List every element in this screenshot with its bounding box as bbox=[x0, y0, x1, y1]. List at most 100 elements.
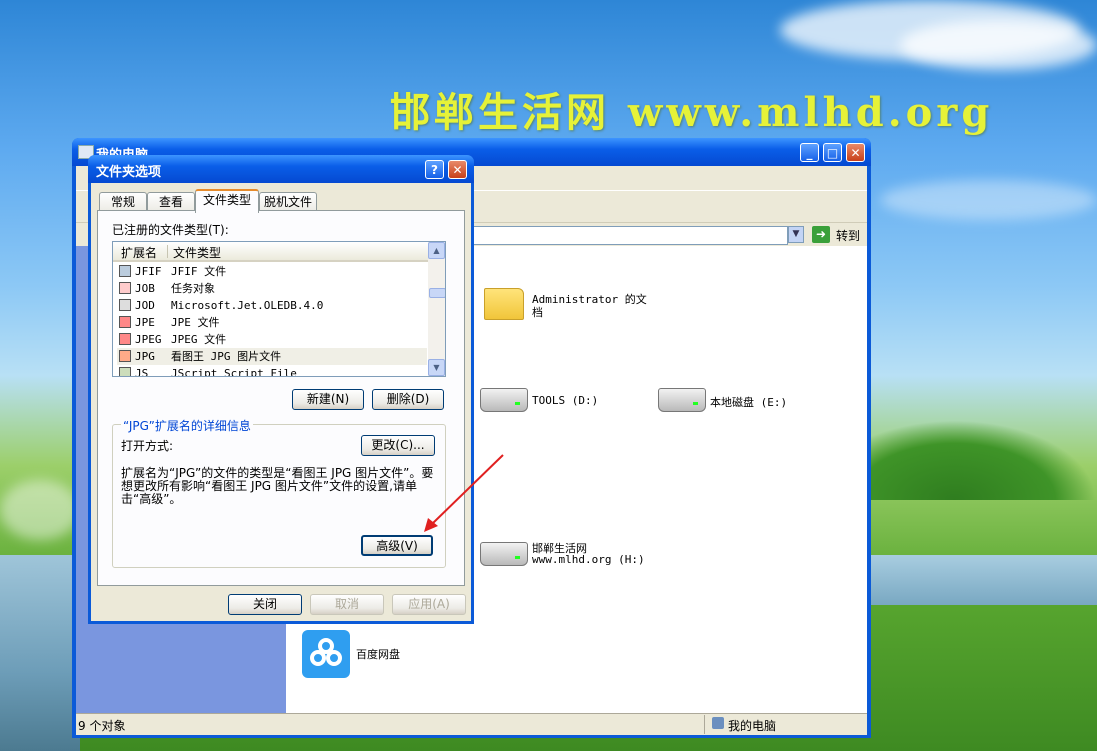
close-dialog-button[interactable]: 关闭 bbox=[228, 594, 302, 615]
registered-types-label: 已注册的文件类型(T): bbox=[112, 223, 229, 237]
list-item[interactable]: JS JScript Script File bbox=[117, 365, 427, 377]
tab-general[interactable]: 常规 bbox=[99, 192, 147, 211]
computer-icon bbox=[712, 717, 724, 729]
chevron-up-icon: ▲ bbox=[433, 246, 440, 255]
details-group: “JPG”扩展名的详细信息 打开方式: 更改(C)... 扩展名为“JPG”的文… bbox=[112, 417, 446, 568]
tab-file-types[interactable]: 文件类型 bbox=[195, 189, 259, 213]
tree-hills bbox=[860, 420, 1097, 500]
go-button[interactable]: 转到 bbox=[836, 227, 860, 244]
item-label: TOOLS (D:) bbox=[532, 394, 599, 407]
status-bar: 9 个对象 我的电脑 bbox=[76, 713, 867, 735]
item-baidu-netdisk[interactable]: 百度网盘 bbox=[302, 630, 432, 680]
list-item-extension: JPG bbox=[135, 350, 155, 363]
close-icon: ✕ bbox=[850, 146, 861, 160]
details-group-title: “JPG”扩展名的详细信息 bbox=[121, 417, 253, 434]
list-item[interactable]: JFIF JFIF 文件 bbox=[117, 263, 427, 280]
delete-type-button[interactable]: 删除(D) bbox=[372, 389, 444, 410]
file-types-list[interactable]: 扩展名 文件类型 JFIF JFIF 文件 JOB 任务对象 JOD Microsoft.… bbox=[112, 241, 446, 377]
list-item-type: Microsoft.Jet.OLEDB.4.0 bbox=[171, 299, 324, 312]
item-label: Administrator 的文 bbox=[532, 293, 647, 306]
list-item-type: JPE 文件 bbox=[171, 316, 220, 329]
advanced-button[interactable]: 高级(V) bbox=[361, 535, 433, 556]
chevron-down-icon: ▼ bbox=[792, 229, 800, 239]
list-item[interactable]: JPG 看图王 JPG 图片文件 bbox=[117, 348, 427, 365]
maximize-button[interactable]: □ bbox=[823, 143, 842, 162]
cloud bbox=[0, 480, 80, 540]
tab-offline-files[interactable]: 脱机文件 bbox=[259, 192, 317, 211]
item-drive-d[interactable]: TOOLS (D:) bbox=[480, 386, 630, 416]
list-item-extension: JS bbox=[135, 367, 149, 377]
list-item-type: 看图王 JPG 图片文件 bbox=[171, 350, 282, 363]
dialog-titlebar[interactable]: 文件夹选项 ? ✕ bbox=[88, 155, 474, 183]
drive-icon bbox=[480, 388, 528, 412]
list-scrollbar[interactable]: ▲ ▼ bbox=[428, 242, 445, 376]
go-arrow-icon[interactable]: ➜ bbox=[812, 226, 830, 243]
status-divider bbox=[704, 715, 705, 734]
list-item-extension: JPEG bbox=[135, 333, 162, 346]
baidu-cloud-icon bbox=[302, 630, 350, 678]
item-label: 百度网盘 bbox=[356, 648, 400, 661]
apply-button: 应用(A) bbox=[392, 594, 466, 615]
watermark-text: 邯郸生活网 www.mlhd.org bbox=[390, 89, 994, 136]
address-dropdown-button[interactable]: ▼ bbox=[788, 226, 804, 243]
column-divider bbox=[167, 245, 168, 258]
list-item[interactable]: JPEG JPEG 文件 bbox=[117, 331, 427, 348]
scroll-thumb[interactable] bbox=[429, 288, 445, 298]
cancel-button: 取消 bbox=[310, 594, 384, 615]
list-item-type: 任务对象 bbox=[171, 282, 215, 295]
viewer-file-icon bbox=[119, 350, 131, 362]
file-types-panel: 已注册的文件类型(T): 扩展名 文件类型 JFIF JFIF 文件 JOB 任务对象… bbox=[97, 210, 465, 586]
list-item-type: JFIF 文件 bbox=[171, 265, 227, 278]
status-location: 我的电脑 bbox=[728, 719, 777, 733]
dialog-body: 常规 查看 文件类型 脱机文件 已注册的文件类型(T): 扩展名 文件类型 JF… bbox=[91, 183, 471, 621]
list-item-extension: JOB bbox=[135, 282, 155, 295]
item-label: 本地磁盘 (E:) bbox=[710, 396, 788, 409]
address-input[interactable] bbox=[464, 226, 788, 245]
db-file-icon bbox=[119, 299, 131, 311]
scroll-down-button[interactable]: ▼ bbox=[428, 359, 445, 376]
dialog-title: 文件夹选项 bbox=[96, 165, 162, 180]
script-file-icon bbox=[119, 367, 131, 376]
scroll-up-button[interactable]: ▲ bbox=[428, 242, 445, 259]
picture-file-icon bbox=[119, 316, 131, 328]
list-item-extension: JPE bbox=[135, 316, 155, 329]
details-description: 扩展名为“JPG”的文件的类型是“看图王 JPG 图片文件”。要想更改所有影响“… bbox=[121, 466, 434, 506]
minimize-button[interactable]: _ bbox=[800, 143, 819, 162]
maximize-icon: □ bbox=[826, 146, 839, 160]
folder-options-dialog[interactable]: 文件夹选项 ? ✕ 常规 查看 文件类型 脱机文件 已注册的文件类型(T): 扩… bbox=[88, 155, 474, 624]
list-header: 扩展名 文件类型 bbox=[113, 242, 428, 262]
list-item-extension: JFIF bbox=[135, 265, 162, 278]
new-type-button[interactable]: 新建(N) bbox=[292, 389, 364, 410]
list-item-extension: JOD bbox=[135, 299, 155, 312]
item-drive-e[interactable]: 本地磁盘 (E:) bbox=[658, 386, 808, 416]
dialog-close-button[interactable]: ✕ bbox=[448, 160, 467, 179]
change-button[interactable]: 更改(C)... bbox=[361, 435, 435, 456]
picture-file-icon bbox=[119, 333, 131, 345]
tab-view[interactable]: 查看 bbox=[147, 192, 195, 211]
column-file-type[interactable]: 文件类型 bbox=[173, 244, 221, 261]
list-item[interactable]: JOD Microsoft.Jet.OLEDB.4.0 bbox=[117, 297, 427, 314]
close-icon: ✕ bbox=[452, 163, 463, 177]
lake bbox=[0, 555, 80, 751]
close-button[interactable]: ✕ bbox=[846, 143, 865, 162]
item-admin-documents[interactable]: Administrator 的文 档 bbox=[484, 286, 647, 326]
minimize-icon: _ bbox=[806, 146, 813, 160]
cloud bbox=[900, 20, 1097, 70]
help-button[interactable]: ? bbox=[425, 160, 444, 179]
list-item[interactable]: JOB 任务对象 bbox=[117, 280, 427, 297]
drive-icon bbox=[480, 542, 528, 566]
image-file-icon bbox=[119, 265, 131, 277]
item-label: 档 bbox=[532, 306, 543, 319]
column-extension[interactable]: 扩展名 bbox=[121, 244, 157, 261]
cloud bbox=[880, 180, 1097, 220]
open-with-label: 打开方式: bbox=[121, 439, 174, 453]
list-item-type: JScript Script File bbox=[171, 367, 297, 377]
list-item[interactable]: JPE JPE 文件 bbox=[117, 314, 427, 331]
item-drive-h[interactable]: 邯郸生活网 www.mlhd.org (H:) bbox=[480, 536, 650, 570]
chevron-down-icon: ▼ bbox=[433, 363, 440, 372]
help-icon: ? bbox=[431, 163, 438, 177]
status-object-count: 9 个对象 bbox=[78, 719, 126, 733]
lake bbox=[870, 555, 1097, 605]
drive-icon bbox=[658, 388, 706, 412]
list-item-type: JPEG 文件 bbox=[171, 333, 227, 346]
